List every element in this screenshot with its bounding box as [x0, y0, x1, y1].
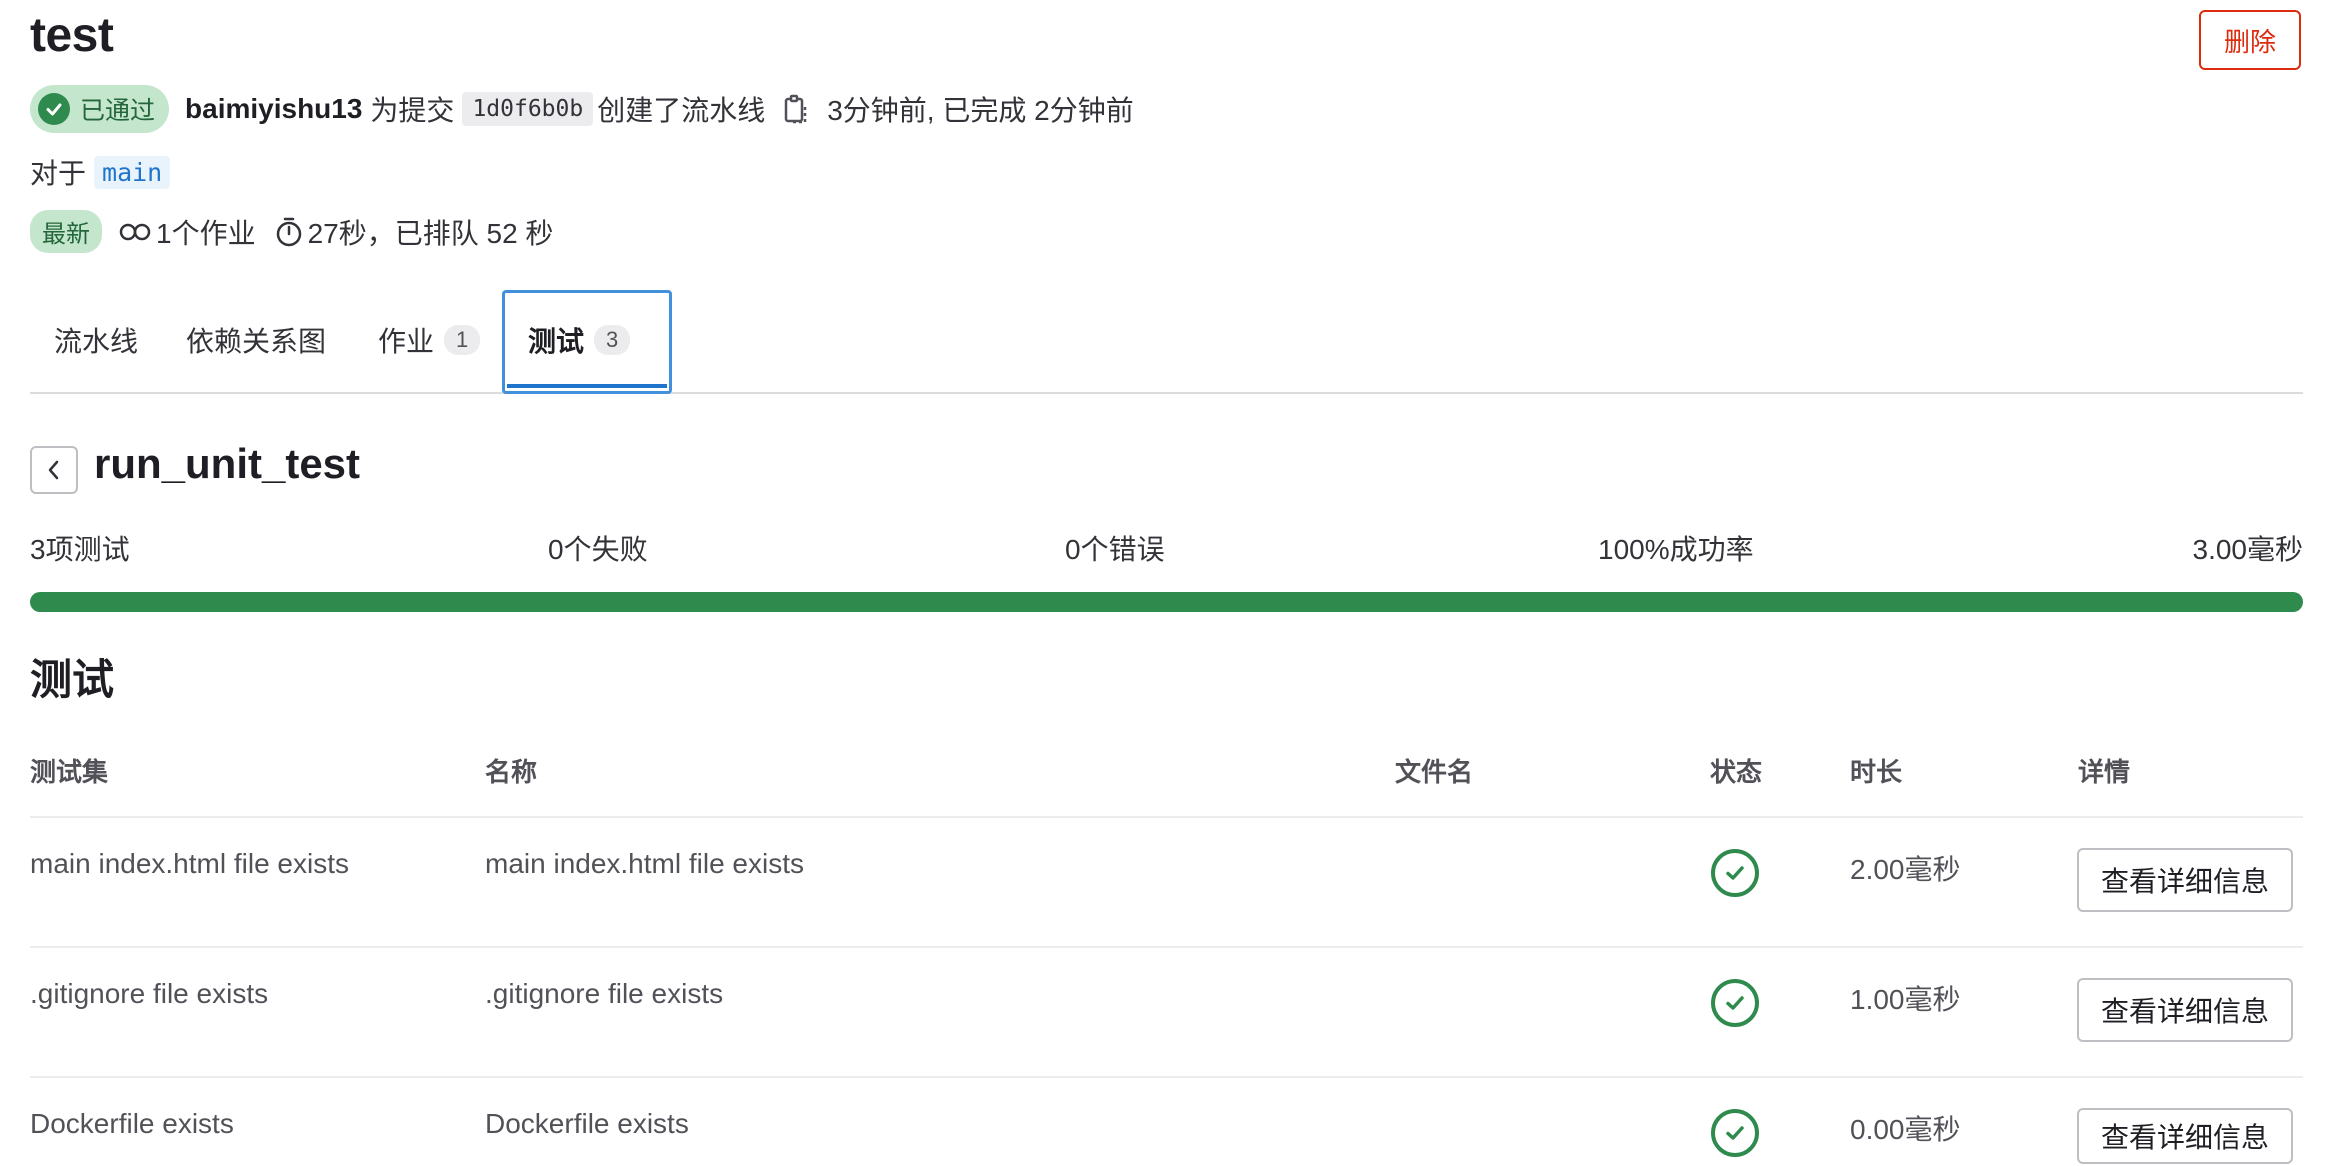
tab-focus-ring [502, 290, 672, 394]
back-button[interactable] [30, 446, 78, 494]
created-text: 创建了流水线 [597, 95, 766, 126]
tab-jobs[interactable]: 作业 1 [378, 288, 481, 392]
branch-row: 对于 main [30, 152, 171, 192]
check-circle-icon [38, 93, 70, 125]
cell-suite: main index.html file exists [30, 848, 350, 879]
latest-badge: 最新 [30, 210, 102, 253]
tab-label: 依赖关系图 [186, 326, 327, 357]
timer-icon [274, 216, 304, 248]
commit-sha[interactable]: 1d0f6b0b [462, 92, 594, 126]
duration-text: 27秒，已排队 52 秒 [307, 217, 554, 249]
cell-duration: 2.00毫秒 [1850, 854, 1961, 885]
success-status-icon [1711, 979, 1759, 1027]
stat-errors: 0个错误 [1065, 534, 1165, 565]
jobs-text: 1个作业 [156, 217, 256, 249]
cell-duration: 0.00毫秒 [1850, 1114, 1961, 1145]
pipeline-page: test 删除 已通过 baimiyishu13 为提交 1d0f6b0b 创建… [30, 0, 2303, 1166]
cell-name: Dockerfile exists [485, 1108, 689, 1139]
cell-name: main index.html file exists [485, 848, 805, 879]
success-status-icon [1711, 1109, 1759, 1157]
column-header-details: 详情 [2078, 757, 2131, 787]
suite-title: run_unit_test [94, 440, 361, 487]
view-details-button[interactable]: 查看详细信息 [2077, 848, 2293, 912]
column-header-suite: 测试集 [30, 757, 109, 787]
table-divider [30, 1076, 2303, 1078]
progress-fill [30, 592, 2303, 612]
cell-suite: Dockerfile exists [30, 1108, 234, 1139]
pipeline-tabs: 流水线 依赖关系图 作业 1 测试 3 [30, 288, 2303, 394]
column-header-status: 状态 [1710, 757, 1763, 787]
timing-text: 3分钟前, 已完成 2分钟前 [827, 95, 1134, 126]
pipeline-summary: 已通过 baimiyishu13 为提交 1d0f6b0b 创建了流水线 3分钟… [30, 84, 1134, 134]
table-divider [30, 946, 2303, 948]
pipeline-meta: 最新 1个作业 27秒，已排队 52 秒 [30, 210, 553, 253]
view-details-button[interactable]: 查看详细信息 [2077, 1108, 2293, 1164]
tab-label: 作业 [378, 326, 435, 357]
cell-duration: 1.00毫秒 [1850, 984, 1961, 1015]
stat-tests: 3项测试 [30, 534, 130, 565]
stat-success-rate: 100%成功率 [1598, 534, 1754, 565]
status-badge[interactable]: 已通过 [30, 85, 170, 133]
tab-label: 流水线 [54, 326, 139, 357]
chevron-left-icon [45, 458, 63, 482]
copy-icon[interactable] [783, 94, 809, 124]
author-link[interactable]: baimiyishu13 [185, 93, 362, 125]
view-details-button[interactable]: 查看详细信息 [2077, 978, 2293, 1042]
column-header-name: 名称 [485, 757, 538, 787]
branch-link[interactable]: main [94, 155, 171, 189]
status-label: 已通过 [80, 97, 156, 125]
active-tab-indicator [507, 384, 667, 388]
cell-suite: .gitignore file exists [30, 978, 269, 1009]
pipeline-icon [118, 221, 152, 243]
stat-failures: 0个失败 [548, 534, 648, 565]
tab-count-badge: 1 [444, 325, 481, 355]
page-title: test [30, 9, 114, 62]
for-text: 对于 [30, 158, 87, 189]
tab-pipeline[interactable]: 流水线 [54, 288, 138, 392]
column-header-duration: 时长 [1850, 757, 1903, 787]
success-status-icon [1711, 849, 1759, 897]
delete-button[interactable]: 删除 [2199, 10, 2301, 70]
stat-duration: 3.00毫秒 [2192, 534, 2304, 565]
success-progress-bar [30, 592, 2303, 612]
tests-section-title: 测试 [30, 656, 115, 703]
for-commit-text: 为提交 [370, 95, 455, 126]
column-header-filename: 文件名 [1395, 757, 1474, 787]
tab-dependency-graph[interactable]: 依赖关系图 [186, 288, 326, 392]
cell-name: .gitignore file exists [485, 978, 724, 1009]
table-divider [30, 816, 2303, 818]
